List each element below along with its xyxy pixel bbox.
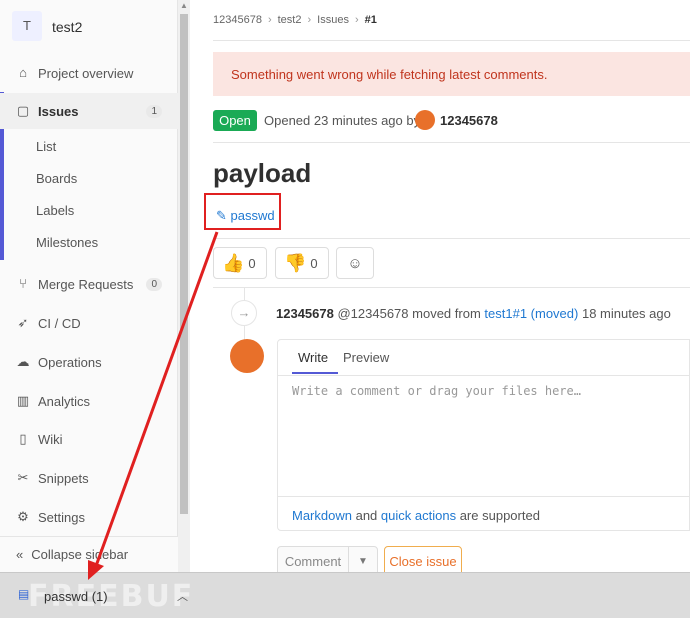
thumbs-down-button[interactable]: 👎 0 [275,247,329,279]
file-icon: ▤ [18,587,30,601]
sidebar-item-label: CI / CD [38,315,81,331]
breadcrumb-separator-icon: › [354,14,359,26]
active-tab-underline [292,372,338,374]
divider [213,287,690,288]
download-bar: FREEBUF ▤ passwd (1) ︿ [0,572,690,618]
note-action: moved from [412,306,481,321]
error-alert: Something went wrong while fetching late… [213,52,690,96]
comment-editor: Write Preview Write a comment or drag yo… [277,339,690,531]
screenshot-frame: T test2 ⌂ Project overview ▢ Issues 1 Li… [0,0,690,618]
sidebar-item-operations[interactable]: ☁ Operations [0,344,178,380]
breadcrumb-current[interactable]: #1 [365,14,377,26]
breadcrumb-separator-icon: › [267,14,272,26]
attachment-name: passwd [230,208,275,223]
note-author[interactable]: 12345678 [276,306,334,321]
project-avatar: T [12,11,42,41]
download-item[interactable]: ▤ passwd (1) ︿ [0,573,206,618]
issues-icon: ▢ [16,103,30,118]
sidebar-item-settings[interactable]: ⚙ Settings [0,499,178,535]
merge-requests-count-badge: 0 [146,277,162,291]
arrow-right-icon: → [231,300,257,326]
attachment-link[interactable]: ✎ passwd [216,208,275,224]
thumbs-down-icon: 👎 [284,252,307,273]
smiley-icon: ☺ [347,255,363,272]
sidebar-item-label: Issues [38,103,79,119]
breadcrumb-project[interactable]: test2 [278,14,302,26]
thumbs-down-count: 0 [310,255,318,271]
tab-preview[interactable]: Preview [343,350,389,365]
double-chevron-left-icon: « [16,547,24,562]
note-time: 18 minutes ago [581,306,671,321]
divider [278,375,690,376]
markdown-link[interactable]: Markdown [292,508,352,523]
breadcrumb-separator-icon: › [307,14,312,26]
sidebar-item-label: Settings [38,509,85,525]
collapse-sidebar-button[interactable]: « Collapse sidebar [0,536,178,572]
divider [213,40,690,41]
sidebar-item-analytics[interactable]: ▥ Analytics [0,383,178,419]
breadcrumb: 12345678 › test2 › Issues › #1 [213,14,377,26]
issue-title: payload [213,158,312,188]
scissors-icon: ✂ [17,470,29,485]
divider [213,142,690,143]
breadcrumb-owner[interactable]: 12345678 [213,14,262,26]
chevron-up-icon[interactable]: ︿ [177,588,188,604]
cloud-gear-icon: ☁ [16,354,30,369]
quick-actions-link[interactable]: quick actions [381,508,456,523]
comment-textarea[interactable]: Write a comment or drag your files here… [292,384,581,398]
editor-footer: Markdown and quick actions are supported [292,508,540,523]
issues-count-badge: 1 [146,104,162,118]
book-icon: ▯ [19,431,27,446]
merge-request-icon: ⑂ [19,276,27,291]
author-avatar[interactable] [415,110,435,130]
subnav-labels[interactable]: Labels [36,203,74,218]
caret-down-icon: ▼ [358,556,368,567]
divider [278,496,690,497]
author-name[interactable]: 12345678 [440,113,498,128]
sidebar-item-merge-requests[interactable]: ⑂ Merge Requests 0 [0,266,178,302]
sidebar-item-label: Merge Requests [38,276,134,292]
tab-write[interactable]: Write [298,350,328,365]
gear-icon: ⚙ [17,509,29,524]
scroll-up-arrow-icon[interactable]: ▲ [179,2,189,10]
divider [213,238,690,239]
sidebar-item-issues[interactable]: ▢ Issues 1 [0,93,178,129]
sidebar-item-label: Project overview [38,65,134,81]
subnav-list[interactable]: List [36,139,56,154]
note-handle[interactable]: @12345678 [337,306,408,321]
opened-text: Opened 23 minutes ago by [264,113,421,128]
subnav-boards[interactable]: Boards [36,171,77,186]
chart-icon: ▥ [16,393,30,408]
sidebar-item-label: Operations [38,354,102,370]
project-name: test2 [52,19,83,35]
moved-from-link[interactable]: test1#1 (moved) [484,306,578,321]
subnav-milestones[interactable]: Milestones [36,235,98,250]
sidebar-item-label: Snippets [38,470,89,486]
sidebar-item-ci-cd[interactable]: ➶ CI / CD [0,305,178,341]
thumbs-up-button[interactable]: 👍 0 [213,247,267,279]
add-reaction-button[interactable]: ☺ [336,247,374,279]
main-content: 12345678 › test2 › Issues › #1 Something… [191,0,690,578]
sidebar-scroll-thumb[interactable] [180,14,188,514]
footer-supported: are supported [459,508,540,523]
thumbs-up-icon: 👍 [222,252,245,273]
sidebar: T test2 ⌂ Project overview ▢ Issues 1 Li… [0,0,178,572]
footer-and: and [355,508,378,523]
sidebar-item-snippets[interactable]: ✂ Snippets [0,460,178,496]
sidebar-item-project-overview[interactable]: ⌂ Project overview [0,55,178,91]
download-filename: passwd (1) [44,588,108,604]
thumbs-up-count: 0 [248,255,256,271]
rocket-icon: ➶ [17,315,29,330]
sidebar-item-label: Wiki [38,431,63,447]
current-user-avatar[interactable] [230,339,264,373]
sidebar-item-label: Analytics [38,393,91,409]
collapse-sidebar-label: Collapse sidebar [31,547,129,562]
home-icon: ⌂ [19,65,27,80]
project-header[interactable]: T test2 [0,0,178,52]
sidebar-item-wiki[interactable]: ▯ Wiki [0,421,178,457]
breadcrumb-issues[interactable]: Issues [317,14,349,26]
paperclip-icon: ✎ [216,208,227,223]
system-note: 12345678 @12345678 moved from test1#1 (m… [276,306,671,321]
status-badge: Open [213,110,257,131]
